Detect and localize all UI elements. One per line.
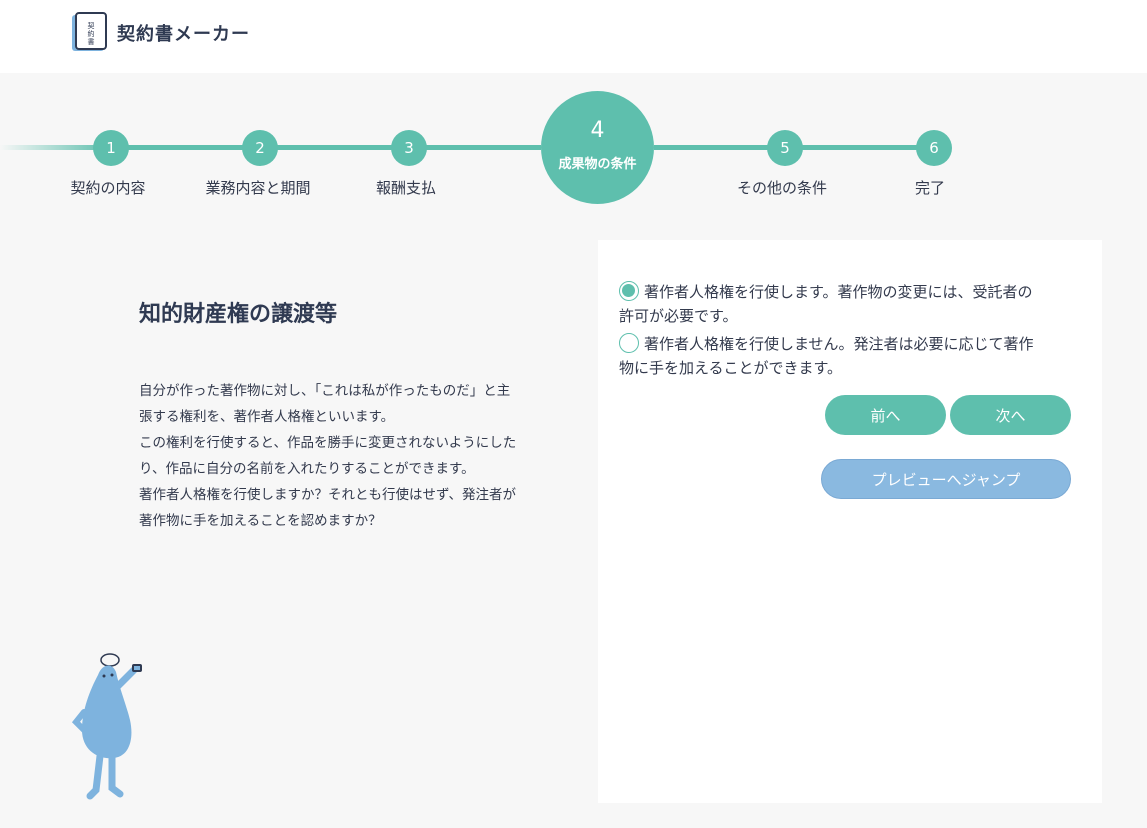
step-6-label: 完了: [914, 179, 946, 197]
description-line: り、作品に自分の名前を入れたりすることができます。: [139, 461, 475, 477]
preview-jump-button[interactable]: プレビューへジャンプ: [821, 459, 1071, 499]
logo-icon-text-1: 契: [88, 21, 95, 30]
option-exercise-line2: 許可が必要です。: [619, 307, 738, 325]
page-title: 知的財産権の譲渡等: [139, 302, 338, 327]
description: 自分が作った著作物に対し、「これは私が作ったものだ」と主 張する権利を、著作者人…: [139, 378, 559, 534]
option-not-exercise-line1: 著作者人格権を行使しません。発注者は必要に応じて著作: [644, 335, 1034, 353]
radio-unchecked-icon[interactable]: [619, 333, 639, 353]
step-2-label: 業務内容と期間: [205, 179, 311, 197]
step-3-label: 報酬支払: [375, 179, 437, 197]
step-1-label: 契約の内容: [70, 179, 146, 197]
option-exercise[interactable]: 著作者人格権を行使します。著作物の変更には、受託者の 許可が必要です。: [619, 280, 1079, 328]
next-button[interactable]: 次へ: [950, 395, 1071, 435]
step-4-number: 4: [590, 117, 605, 143]
options-panel: 著作者人格権を行使します。著作物の変更には、受託者の 許可が必要です。 著作者人…: [598, 240, 1102, 803]
step-4-active[interactable]: 4 成果物の条件: [541, 91, 654, 204]
option-not-exercise-line2: 物に手を加えることができます。: [619, 359, 843, 377]
mascot-character-icon: [71, 653, 142, 800]
prev-button[interactable]: 前へ: [825, 395, 946, 435]
step-4-label: 成果物の条件: [558, 156, 637, 172]
radio-checked-icon[interactable]: [619, 281, 639, 301]
contract-book-icon[interactable]: 契 約 書: [70, 11, 110, 53]
option-not-exercise[interactable]: 著作者人格権を行使しません。発注者は必要に応じて著作 物に手を加えることができま…: [619, 332, 1079, 380]
step-5-label: その他の条件: [736, 179, 828, 197]
logo-icon-text-3: 書: [88, 37, 95, 46]
option-exercise-line1: 著作者人格権を行使します。著作物の変更には、受託者の: [644, 283, 1033, 301]
step-3-circle[interactable]: 3: [391, 130, 427, 166]
description-line: 自分が作った著作物に対し、「これは私が作ったものだ」と主: [139, 383, 511, 399]
app-title[interactable]: 契約書メーカー: [117, 20, 250, 46]
description-line: 張する権利を、著作者人格権といいます。: [139, 409, 395, 425]
logo-icon-text-2: 約: [88, 29, 95, 38]
step-2-circle[interactable]: 2: [242, 130, 278, 166]
step-5-circle[interactable]: 5: [767, 130, 803, 166]
description-line: 著作物に手を加えることを認めますか？: [139, 513, 382, 529]
step-1-circle[interactable]: 1: [93, 130, 129, 166]
header: 契 約 書 契約書メーカー: [0, 0, 1147, 73]
stepper-line-left: [110, 145, 541, 150]
description-line: 著作者人格権を行使しますか？それとも行使はせず、発注者が: [139, 487, 517, 503]
step-6-circle[interactable]: 6: [916, 130, 952, 166]
description-line: この権利を行使すると、作品を勝手に変更されないようにした: [139, 435, 517, 451]
